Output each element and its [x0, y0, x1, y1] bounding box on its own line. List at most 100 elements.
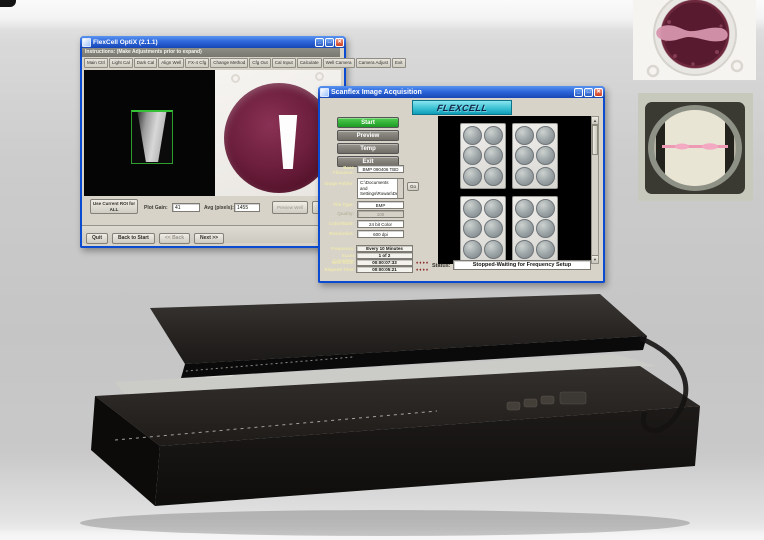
well — [536, 146, 555, 165]
tab-cal-input[interactable]: Cal Input — [272, 58, 296, 68]
app-icon — [82, 38, 91, 47]
well — [484, 240, 503, 259]
footer-button-back-to-start[interactable]: Back to Start — [112, 233, 155, 244]
resolution-input[interactable]: 600 dpi — [357, 230, 404, 238]
well — [463, 199, 482, 218]
well — [536, 126, 555, 145]
well — [463, 219, 482, 238]
well — [515, 219, 534, 238]
window1-title: FlexCell OptiX (2.1.1) — [93, 39, 158, 46]
tab-main-ctrl[interactable]: Main Ctrl — [84, 58, 108, 68]
well — [536, 167, 555, 186]
color-bw-input[interactable]: 24 bit Color — [357, 220, 404, 228]
tab-well-camera[interactable]: Well Camera — [323, 58, 355, 68]
well-photo-strip — [638, 93, 753, 201]
plate-screw-hole — [315, 72, 324, 81]
tab-fx-4-cfg[interactable]: FX-4 Cfg — [185, 58, 209, 68]
window-scanflex-acquisition: Scanflex Image Acquisition _ □ ✕ FLEXCEL… — [318, 86, 605, 283]
flexcell-logo-text: FLEXCELL — [436, 103, 488, 113]
tissue-strip — [662, 145, 728, 148]
tab-exit[interactable]: Exit — [392, 58, 406, 68]
window1-titlebar[interactable]: FlexCell OptiX (2.1.1) _ □ ✕ — [80, 36, 346, 48]
well — [484, 167, 503, 186]
tab-dark-cal[interactable]: Dark Cal — [134, 58, 158, 68]
preview-button[interactable]: Preview — [337, 130, 399, 141]
tab-change-method[interactable]: Change Method — [210, 58, 248, 68]
folder-scrollbar[interactable] — [397, 179, 403, 198]
membrane-reflection — [268, 115, 308, 169]
roi-image-panel — [84, 70, 215, 196]
app-icon — [320, 88, 329, 97]
maximize-button[interactable]: □ — [584, 88, 593, 97]
window1-controls: Use Current ROI for ALL Plot Gain: 41 Av… — [82, 196, 340, 224]
go-button[interactable]: Go — [407, 182, 419, 191]
well — [515, 199, 534, 218]
well — [484, 219, 503, 238]
instruction-bar: Instructions: (Make Adjustments prior to… — [82, 48, 340, 57]
close-button[interactable]: ✕ — [594, 88, 603, 97]
base-filename-input[interactable]: BMP 090406 TBD — [357, 165, 404, 173]
window2-titlebar[interactable]: Scanflex Image Acquisition _ □ ✕ — [318, 86, 605, 98]
window1-footer: Quit Back to Start << Back Next >> — [82, 225, 340, 243]
well — [463, 240, 482, 259]
preview-well-button[interactable]: Preview Well — [272, 201, 308, 214]
footer-button-next-[interactable]: Next >> — [194, 233, 224, 244]
well-plate — [512, 123, 558, 189]
tab-cfg-out[interactable]: Cfg Out — [249, 58, 271, 68]
window2-title: Scanflex Image Acquisition — [331, 89, 422, 96]
resolution-label: Resolution: — [324, 231, 354, 236]
start-button[interactable]: Start — [337, 117, 399, 128]
use-current-roi-button[interactable]: Use Current ROI for ALL — [90, 199, 138, 214]
well — [536, 199, 555, 218]
well-plate — [460, 196, 506, 262]
well — [515, 126, 534, 145]
scroll-up-icon[interactable]: ▲ — [592, 117, 598, 125]
well — [484, 199, 503, 218]
well-photo-dogbone — [633, 0, 756, 80]
tab-light-cal[interactable]: Light Cal — [109, 58, 133, 68]
preview-scrollbar[interactable]: ▲ ▼ — [591, 116, 599, 264]
scrollbar-thumb[interactable] — [592, 125, 598, 155]
well-plate — [512, 196, 558, 262]
status-value: Stopped-Waiting for Frequency Setup — [453, 260, 591, 270]
scans-complete-value: 1 of 2 — [356, 252, 413, 259]
roi-selection-box[interactable] — [131, 110, 173, 164]
desktop-stage: FlexCell OptiX (2.1.1) _ □ ✕ Instruction… — [0, 0, 764, 540]
tab-align-well[interactable]: Align Well — [158, 58, 184, 68]
temp-button[interactable]: Temp — [337, 143, 399, 154]
window-flexcell-optix: FlexCell OptiX (2.1.1) _ □ ✕ Instruction… — [80, 36, 346, 248]
minimize-button[interactable]: _ — [574, 88, 583, 97]
scroll-down-icon[interactable]: ▼ — [592, 255, 598, 263]
file-type-input[interactable]: BMP — [357, 201, 404, 209]
scan-preview-panel — [438, 116, 591, 264]
flexcell-logo-banner: FLEXCELL — [412, 100, 512, 115]
minimize-button[interactable]: _ — [315, 38, 324, 47]
well — [484, 146, 503, 165]
well — [463, 167, 482, 186]
next-scan-label: Next Scan: — [322, 260, 355, 265]
plate-screw-hole — [231, 74, 240, 83]
avg-pixels-input[interactable]: 1455 — [234, 203, 260, 212]
file-type-label: File Type: — [324, 202, 354, 207]
plot-gain-input[interactable]: 41 — [172, 203, 200, 212]
elapsed-time-value: 00:00:05:21 — [356, 266, 413, 273]
footer-button--back[interactable]: << Back — [159, 233, 190, 244]
well — [515, 146, 534, 165]
window1-tab-row: Main CtrlLight CalDark CalAlign WellFX-4… — [82, 57, 340, 69]
close-button[interactable]: ✕ — [335, 38, 344, 47]
next-scan-value: 00:00:07:33 — [356, 259, 413, 266]
well — [536, 240, 555, 259]
footer-button-quit[interactable]: Quit — [86, 233, 108, 244]
status-label: Status: — [432, 263, 451, 269]
tab-calculate[interactable]: Calculate — [297, 58, 322, 68]
frequency-value[interactable]: Every 10 Minutes — [356, 245, 413, 252]
maximize-button[interactable]: □ — [325, 38, 334, 47]
avg-label: Avg (pixels): — [204, 205, 234, 211]
well-plate — [460, 123, 506, 189]
image-folder-listbox[interactable]: C:\Documents and Settings\Rowan\Desktop — [357, 178, 404, 199]
tab-camera-adjust[interactable]: Camera Adjust — [356, 58, 392, 68]
membrane-grayscale-image — [134, 112, 170, 162]
well — [536, 219, 555, 238]
flatbed-scanner-photo — [55, 278, 715, 540]
color-bw-label: Color/B&W: — [324, 221, 354, 226]
